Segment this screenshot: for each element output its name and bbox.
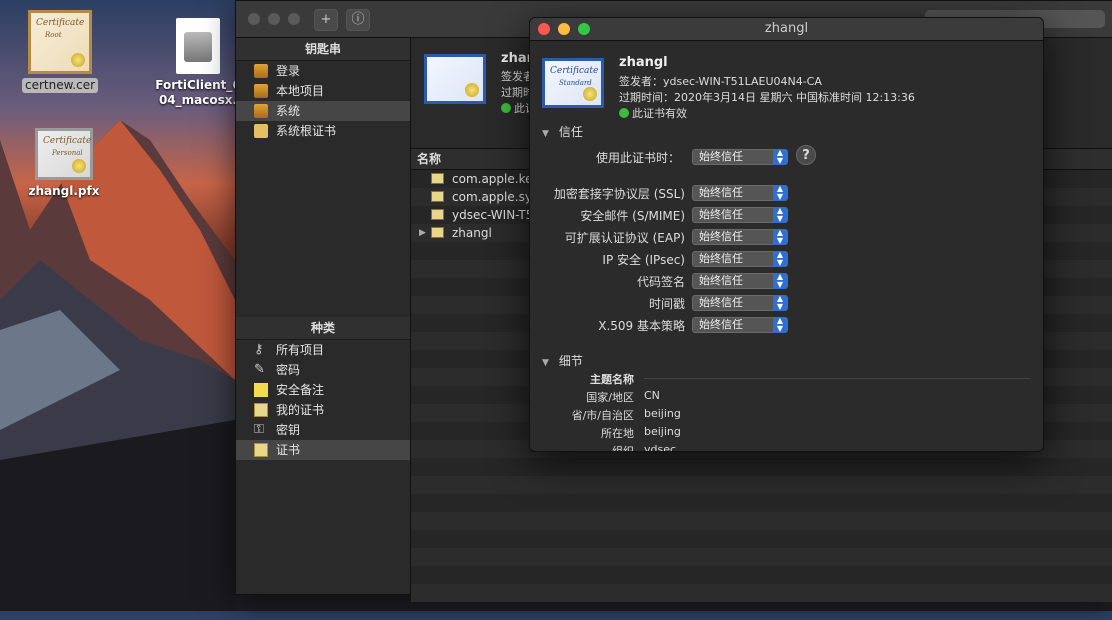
disk-image-icon	[176, 18, 220, 74]
close-button[interactable]	[248, 13, 260, 25]
certificate-icon	[431, 227, 444, 238]
certificate-name: zhangl	[619, 55, 668, 70]
unlocked-lock-icon	[254, 64, 268, 78]
sidebar-item-passwords[interactable]: ✎ 密码	[236, 360, 410, 380]
detail-label: 组织	[612, 445, 634, 452]
cabinet-icon	[254, 124, 268, 138]
pencil-icon: ✎	[254, 362, 265, 377]
desktop-icon-label: FortiClient_6 04_macosx.	[155, 78, 241, 107]
window-titlebar[interactable]: zhangl	[530, 18, 1043, 41]
chevron-updown-icon: ▲ ▼	[773, 295, 787, 311]
minimize-button[interactable]	[268, 13, 280, 25]
certificate-icon	[431, 173, 444, 184]
help-button[interactable]: ?	[796, 145, 816, 165]
detail-value: CN	[644, 389, 660, 402]
trust-timestamp-select[interactable]: 始终信任 ▲ ▼	[692, 295, 788, 311]
chevron-updown-icon: ▲ ▼	[773, 273, 787, 289]
checkmark-icon	[501, 103, 511, 113]
chevron-updown-icon: ▲ ▼	[773, 207, 787, 223]
key-icon: ⚿	[254, 422, 264, 437]
certificate-icon	[254, 443, 268, 457]
detail-value: beijing	[644, 425, 681, 438]
divider	[644, 378, 1030, 379]
sidebar-item-all-items[interactable]: ⚷ 所有项目	[236, 340, 410, 360]
desktop-icon-certnew[interactable]: Certificate Root certnew.cer	[12, 10, 108, 93]
note-icon	[254, 383, 268, 397]
sidebar-item-local[interactable]: 本地项目	[236, 81, 410, 101]
chevron-updown-icon: ▲ ▼	[773, 317, 787, 333]
detail-value: beijing	[644, 407, 681, 420]
keychains-header: 钥匙串	[236, 38, 410, 61]
sidebar-item-certificates[interactable]: 证书	[236, 440, 410, 460]
desktop-icon-pfx[interactable]: Certificate Personal zhangl.pfx	[16, 128, 112, 199]
certificate-icon	[431, 191, 444, 202]
sidebar-item-my-certificates[interactable]: 我的证书	[236, 400, 410, 420]
all-items-icon: ⚷	[254, 342, 264, 357]
checkmark-icon	[619, 108, 629, 118]
trust-ssl-select[interactable]: 始终信任 ▲ ▼	[692, 185, 788, 201]
certificate-issuer: 签发者：ydsec-WIN-T51LAEU04N4-CA	[619, 75, 822, 88]
subject-name-label: 主题名称	[590, 373, 634, 386]
desktop-icon-label: zhangl.pfx	[28, 184, 100, 198]
trust-smime-label: 安全邮件 (S/MIME)	[580, 209, 685, 223]
sidebar-item-keys[interactable]: ⚿ 密钥	[236, 420, 410, 440]
sidebar-item-system-roots[interactable]: 系统根证书	[236, 121, 410, 141]
trust-x509-select[interactable]: 始终信任 ▲ ▼	[692, 317, 788, 333]
certificate-detail-window: zhangl Certificate Standard zhangl 签发者：y…	[529, 17, 1044, 452]
trust-eap-select[interactable]: 始终信任 ▲ ▼	[692, 229, 788, 245]
category-header: 种类	[236, 317, 410, 340]
disclosure-triangle-icon: ▼	[542, 358, 549, 368]
chevron-updown-icon: ▲ ▼	[773, 251, 787, 267]
sidebar-item-system[interactable]: 系统	[236, 101, 410, 121]
sidebar-item-login[interactable]: 登录	[236, 61, 410, 81]
certificate-icon	[431, 209, 444, 220]
detail-value: ydsec	[644, 443, 677, 452]
certificate-icon	[424, 54, 486, 104]
sidebar: 钥匙串 登录 本地项目 系统 系统根证书 种类 ⚷ 所有项目 ✎ 密码 安全备注 我…	[236, 38, 411, 594]
certificate-icon	[254, 403, 268, 417]
close-button[interactable]	[538, 23, 550, 35]
certificate-expiry: 过期时间：2020年3月14日 星期六 中国标准时间 12:13:36	[619, 91, 915, 104]
trust-eap-label: 可扩展认证协议 (EAP)	[564, 231, 685, 245]
add-button[interactable]: +	[314, 9, 338, 31]
window-title: zhangl	[764, 21, 809, 36]
desktop-icon-label: certnew.cer	[21, 78, 99, 93]
disclosure-triangle-icon[interactable]: ▶	[419, 224, 426, 242]
certificate-icon: Certificate Standard	[542, 58, 604, 108]
minimize-button[interactable]	[558, 23, 570, 35]
chevron-updown-icon: ▲ ▼	[773, 229, 787, 245]
trust-ipsec-select[interactable]: 始终信任 ▲ ▼	[692, 251, 788, 267]
certificate-icon: Certificate Root	[28, 10, 92, 74]
trust-code-signing-label: 代码签名	[636, 275, 685, 289]
certificate-icon: Certificate Personal	[35, 128, 93, 180]
info-button[interactable]: ⓘ	[346, 9, 370, 31]
trust-timestamp-label: 时间戳	[648, 297, 685, 311]
trust-smime-select[interactable]: 始终信任 ▲ ▼	[692, 207, 788, 223]
when-using-label: 使用此证书时：	[595, 151, 680, 165]
trust-x509-label: X.509 基本策略	[598, 319, 685, 333]
trust-section-toggle[interactable]: ▼ 信任	[542, 123, 583, 140]
unlocked-lock-icon	[254, 84, 268, 98]
details-section-toggle[interactable]: ▼ 细节	[542, 352, 583, 369]
disclosure-triangle-icon: ▼	[542, 129, 549, 139]
desktop-icon-forticlient[interactable]: FortiClient_6 04_macosx.	[150, 18, 246, 108]
trust-code-signing-select[interactable]: 始终信任 ▲ ▼	[692, 273, 788, 289]
zoom-button[interactable]	[288, 13, 300, 25]
detail-label: 省/市/自治区	[571, 409, 634, 422]
trust-ipsec-label: IP 安全 (IPsec)	[602, 253, 685, 267]
detail-label: 国家/地区	[586, 391, 634, 404]
sidebar-item-secure-notes[interactable]: 安全备注	[236, 380, 410, 400]
chevron-updown-icon: ▲ ▼	[773, 185, 787, 201]
lock-icon	[254, 104, 268, 118]
zoom-button[interactable]	[578, 23, 590, 35]
chevron-updown-icon: ▲ ▼	[773, 149, 787, 165]
when-using-select[interactable]: 始终信任 ▲ ▼	[692, 149, 788, 165]
detail-label: 所在地	[601, 427, 634, 440]
certificate-status: 此证书有效	[619, 105, 687, 121]
trust-ssl-label: 加密套接字协议层 (SSL)	[553, 187, 685, 201]
